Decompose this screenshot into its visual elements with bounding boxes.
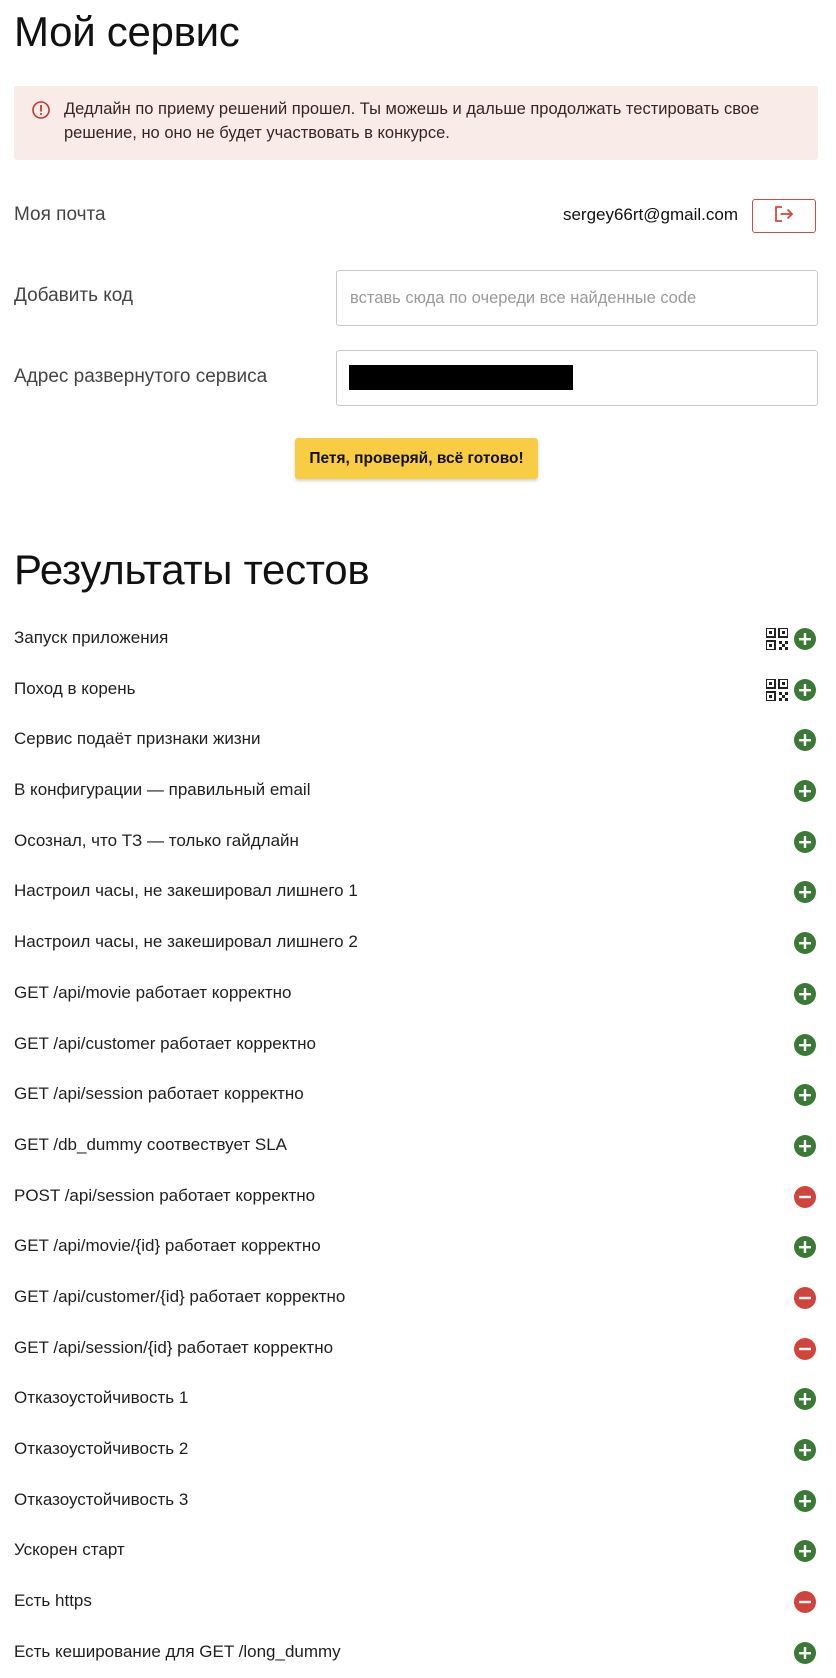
plus-circle-icon[interactable] [794, 678, 816, 701]
test-row: GET /api/movie работает корректно [0, 969, 836, 1020]
test-row: Настроил часы, не закешировал лишнего 1 [0, 867, 836, 918]
logout-button[interactable] [752, 199, 816, 233]
test-row: GET /api/movie/{id} работает корректно [0, 1222, 836, 1273]
plus-circle-icon[interactable] [794, 780, 816, 803]
test-name: GET /api/session работает корректно [14, 1084, 304, 1104]
qr-code-icon[interactable] [765, 677, 789, 702]
test-name: Сервис подаёт признаки жизни [14, 729, 261, 749]
test-name: Настроил часы, не закешировал лишнего 2 [14, 932, 358, 952]
test-name: GET /api/customer работает корректно [14, 1033, 317, 1053]
plus-circle-icon[interactable] [794, 830, 816, 853]
test-name: GET /api/movie/{id} работает корректно [14, 1236, 321, 1256]
submit-button[interactable]: Петя, проверяй, всё готово! [295, 438, 538, 479]
minus-circle-icon[interactable] [794, 1286, 816, 1309]
test-row: Поход в корень [0, 665, 836, 716]
plus-circle-icon[interactable] [794, 729, 816, 752]
test-row: POST /api/session работает корректно [0, 1172, 836, 1223]
plus-circle-icon[interactable] [794, 1388, 816, 1411]
test-name: Отказоустойчивость 2 [14, 1439, 189, 1458]
minus-circle-icon[interactable] [794, 1185, 816, 1208]
test-row: Сервис подаёт признаки жизни [0, 715, 836, 766]
test-name: Настроил часы, не закешировал лишнего 1 [14, 881, 358, 901]
test-row: Настроил часы, не закешировал лишнего 2 [0, 918, 836, 969]
code-input[interactable] [336, 270, 818, 326]
plus-circle-icon[interactable] [794, 1084, 816, 1107]
plus-circle-icon[interactable] [794, 1540, 816, 1563]
test-name: Поход в корень [14, 678, 136, 698]
test-row: Есть https [0, 1577, 836, 1628]
minus-circle-icon[interactable] [794, 1591, 816, 1614]
plus-circle-icon[interactable] [794, 881, 816, 904]
test-name: POST /api/session работает корректно [14, 1185, 316, 1205]
test-name: Отказоустойчивость 1 [14, 1388, 189, 1408]
test-row: В конфигурации — правильный email [0, 766, 836, 817]
test-name: Есть кеширование для GET /long_dummy [14, 1641, 341, 1661]
plus-circle-icon[interactable] [794, 628, 816, 650]
plus-circle-icon[interactable] [794, 932, 816, 955]
email-label: Моя почта [14, 204, 106, 225]
plus-circle-icon[interactable] [794, 1033, 816, 1056]
service-address-label: Адрес развернутого сервиса [14, 366, 268, 387]
test-name: GET /api/session/{id} работает корректно [14, 1337, 334, 1357]
alert-text: Дедлайн по приему решений прошел. Ты мож… [64, 100, 760, 142]
test-results-list: Запуск приложения Поход в корень Сервис по… [0, 614, 836, 1678]
test-row: Ускорен старт [0, 1526, 836, 1577]
qr-code-icon[interactable] [765, 627, 789, 651]
test-row: GET /api/session работает корректно [0, 1070, 836, 1121]
plus-circle-icon[interactable] [794, 1236, 816, 1259]
test-row: Отказоустойчивость 2 [0, 1425, 836, 1476]
plus-circle-icon[interactable] [794, 982, 816, 1005]
plus-circle-icon[interactable] [794, 1641, 816, 1664]
test-row: GET /api/session/{id} работает корректно [0, 1324, 836, 1375]
test-name: Отказоустойчивость 3 [14, 1489, 189, 1509]
page-title: Мой сервис [14, 8, 240, 55]
test-row: GET /api/customer работает корректно [0, 1020, 836, 1071]
deadline-alert: Дедлайн по приему решений прошел. Ты мож… [14, 86, 818, 160]
redacted-address [349, 365, 573, 390]
test-name: Есть https [14, 1591, 92, 1611]
results-title: Результаты тестов [14, 546, 370, 593]
test-row: GET /db_dummy соотвествует SLA [0, 1121, 836, 1172]
code-label: Добавить код [14, 285, 134, 306]
page: Мой сервис Дедлайн по приему решений про… [0, 0, 836, 1678]
test-row: GET /api/customer/{id} работает корректн… [0, 1273, 836, 1324]
email-value: sergey66rt@gmail.com [562, 205, 738, 224]
test-name: Осознал, что ТЗ — только гайдлайн [14, 830, 299, 850]
test-name: GET /api/customer/{id} работает корректн… [14, 1286, 346, 1306]
test-row: Отказоустойчивость 1 [0, 1374, 836, 1425]
test-name: GET /db_dummy соотвествует SLA [14, 1134, 287, 1154]
service-address-field[interactable] [336, 350, 818, 406]
plus-circle-icon[interactable] [794, 1489, 816, 1512]
exclamation-circle-icon [31, 100, 51, 120]
test-name: В конфигурации — правильный email [14, 780, 311, 800]
test-name: Ускорен старт [14, 1540, 125, 1560]
minus-circle-icon[interactable] [794, 1337, 816, 1360]
test-name: GET /api/movie работает корректно [14, 982, 292, 1002]
plus-circle-icon[interactable] [794, 1134, 816, 1157]
test-row: Отказоустойчивость 3 [0, 1476, 836, 1527]
logout-icon [773, 205, 795, 228]
test-name: Запуск приложения [14, 628, 169, 647]
test-row: Запуск приложения [0, 614, 836, 665]
plus-circle-icon[interactable] [794, 1439, 816, 1461]
test-row: Осознал, что ТЗ — только гайдлайн [0, 817, 836, 868]
test-row: Есть кеширование для GET /long_dummy [0, 1628, 836, 1678]
